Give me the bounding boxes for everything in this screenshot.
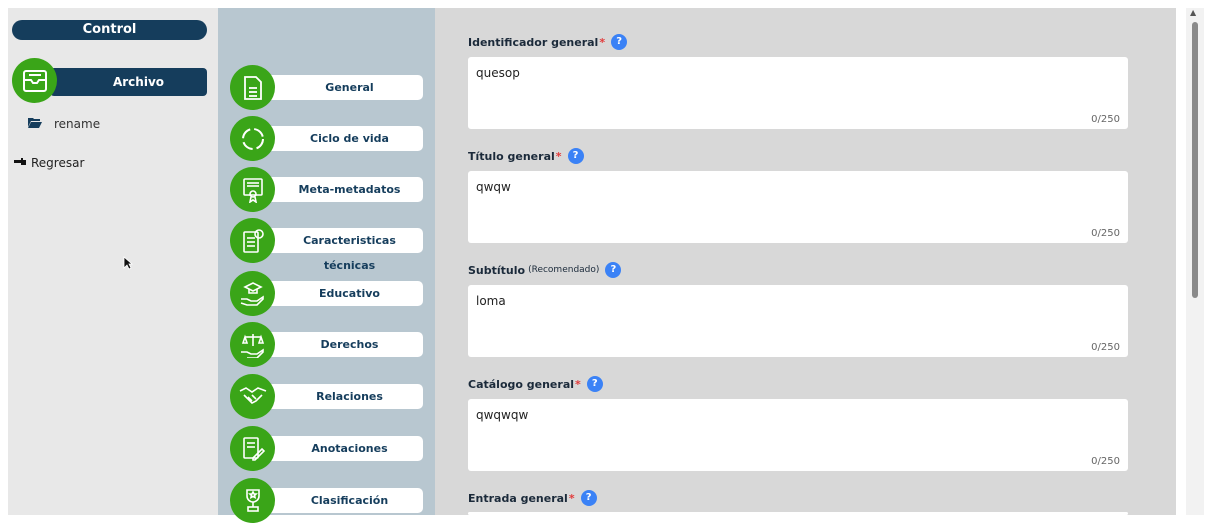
identificador-general-input[interactable]: quesop 0/250 xyxy=(468,57,1128,129)
input-value: qwqwqw xyxy=(476,408,529,422)
required-marker: * xyxy=(575,377,581,391)
field-label-identificador: Identificador general * ? xyxy=(468,34,628,50)
annotation-icon xyxy=(230,426,275,471)
mouse-cursor-icon xyxy=(123,256,133,270)
control-panel: Control Archivo rename Regresar xyxy=(8,8,218,515)
char-counter: 0/250 xyxy=(1091,114,1120,125)
subtitulo-input[interactable]: loma 0/250 xyxy=(468,285,1128,357)
trophy-icon xyxy=(230,478,275,523)
top-strip xyxy=(0,0,1211,8)
field-label-entrada: Entrada general * ? xyxy=(468,490,597,506)
pointing-hand-icon xyxy=(14,156,27,170)
scales-hand-icon xyxy=(230,322,275,367)
label-text: Título general xyxy=(468,149,555,163)
certificate-icon xyxy=(230,167,275,212)
nav-item-label: Educativo xyxy=(252,281,423,306)
folder-item-label: rename xyxy=(54,117,101,131)
input-value: quesop xyxy=(476,66,520,80)
document-icon xyxy=(230,65,275,110)
required-marker: * xyxy=(568,491,575,505)
required-marker: * xyxy=(599,35,606,49)
nav-item-label: Ciclo de vida xyxy=(252,126,423,151)
titulo-general-input[interactable]: qwqw 0/250 xyxy=(468,171,1128,243)
help-icon[interactable]: ? xyxy=(605,262,622,278)
nav-item-general[interactable]: General xyxy=(230,65,423,110)
folder-item-rename[interactable]: rename xyxy=(28,117,100,131)
field-label-catalogo: Catálogo general * ? xyxy=(468,376,603,392)
label-text: Catálogo general xyxy=(468,377,575,391)
help-icon[interactable]: ? xyxy=(611,34,628,50)
nav-item-label: Derechos xyxy=(252,332,423,357)
nav-item-label: Caracteristicas técnicas xyxy=(252,228,423,272)
handshake-icon xyxy=(230,374,275,419)
recommended-marker: (Recomendado) xyxy=(528,265,600,275)
nav-item-label: Relaciones xyxy=(252,384,423,409)
help-icon[interactable]: ? xyxy=(586,376,603,392)
back-link[interactable]: Regresar xyxy=(14,156,84,170)
control-title: Control xyxy=(12,20,207,40)
nav-item-label: Anotaciones xyxy=(252,436,423,461)
nav-item-derechos[interactable]: Derechos xyxy=(230,322,423,367)
char-counter: 0/250 xyxy=(1091,456,1120,467)
input-value: qwqw xyxy=(476,180,511,194)
nav-item-anotaciones[interactable]: Anotaciones xyxy=(230,426,423,471)
cycle-icon xyxy=(230,116,275,161)
char-counter: 0/250 xyxy=(1091,342,1120,353)
help-icon[interactable]: ? xyxy=(567,148,584,164)
help-icon[interactable]: ? xyxy=(580,490,597,506)
folder-open-icon xyxy=(28,117,42,131)
field-label-titulo: Título general * ? xyxy=(468,148,584,164)
scroll-up-arrow-icon[interactable]: ▲ xyxy=(1190,8,1196,17)
label-text: Entrada general xyxy=(468,491,568,505)
scrollbar-thumb[interactable] xyxy=(1192,22,1198,298)
graduation-hand-icon xyxy=(230,271,275,316)
nav-item-meta-metadatos[interactable]: Meta-metadatos xyxy=(230,167,423,212)
nav-item-caracteristicas-tecnicas[interactable]: Caracteristicas técnicas xyxy=(230,218,423,272)
input-value: loma xyxy=(476,294,506,308)
nav-item-label: Meta-metadatos xyxy=(252,177,423,202)
category-nav: General Ciclo de vida Meta-metadatos Car… xyxy=(218,8,435,523)
nav-item-educativo[interactable]: Educativo xyxy=(230,271,423,316)
tech-doc-icon xyxy=(230,218,275,263)
nav-item-relaciones[interactable]: Relaciones xyxy=(230,374,423,419)
label-text: Subtítulo xyxy=(468,263,526,277)
catalogo-general-input[interactable]: qwqwqw 0/250 xyxy=(468,399,1128,471)
nav-item-clasificacion[interactable]: Clasificación xyxy=(230,478,423,523)
archive-box-icon[interactable] xyxy=(12,58,57,103)
char-counter: 0/250 xyxy=(1091,228,1120,239)
label-text: Identificador general xyxy=(468,35,599,49)
nav-item-label: General xyxy=(252,75,423,100)
field-label-subtitulo: Subtítulo (Recomendado) ? xyxy=(468,262,622,278)
archivo-button[interactable]: Archivo xyxy=(50,68,207,96)
nav-item-label: Clasificación xyxy=(252,488,423,513)
app-window: Control Archivo rename Regresar General … xyxy=(0,0,1211,523)
required-marker: * xyxy=(555,149,562,163)
metadata-form: Identificador general * ? quesop 0/250 T… xyxy=(435,8,1176,515)
nav-item-ciclo-de-vida[interactable]: Ciclo de vida xyxy=(230,116,423,161)
back-label: Regresar xyxy=(31,156,85,170)
